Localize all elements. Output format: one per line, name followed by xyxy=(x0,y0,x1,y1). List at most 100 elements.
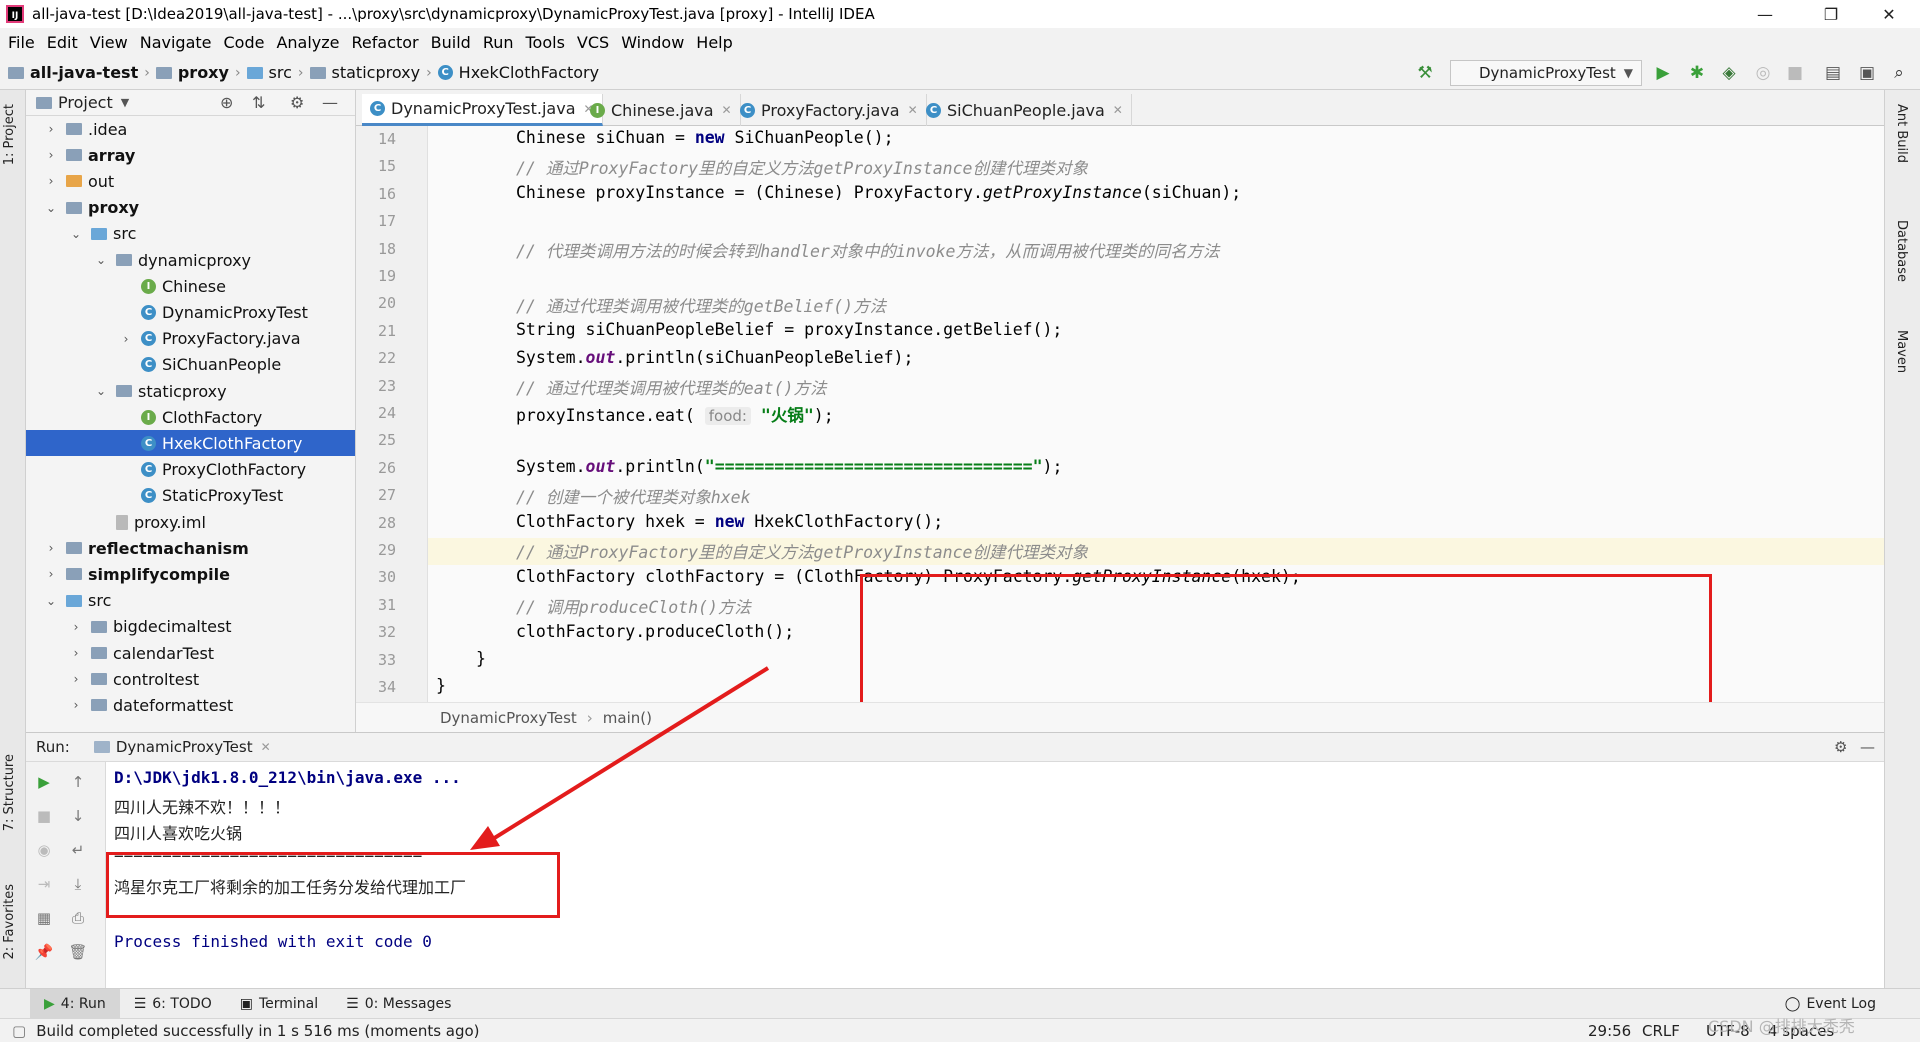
cursor-position[interactable]: 29:56 xyxy=(1588,1022,1631,1040)
chevron-icon[interactable]: ⌄ xyxy=(69,227,83,241)
project-structure-icon[interactable]: ▤ xyxy=(1822,62,1844,84)
camera-icon[interactable]: ◉ xyxy=(32,838,56,862)
hide-panel-icon[interactable]: — xyxy=(322,93,338,112)
tree-item[interactable]: › dateformattest xyxy=(26,692,355,718)
chevron-icon[interactable]: ⌄ xyxy=(44,201,58,215)
status-toggle-icon[interactable]: ▢ xyxy=(12,1022,26,1040)
menu-build[interactable]: Build xyxy=(431,33,471,52)
build-hammer-icon[interactable]: ⚒ xyxy=(1414,62,1436,84)
profile-icon[interactable]: ◎ xyxy=(1752,62,1774,84)
tab-sichuanpeople[interactable]: C SiChuanPeople.java ✕ xyxy=(918,94,1132,126)
tree-item[interactable]: › controltest xyxy=(26,666,355,692)
chevron-icon[interactable]: ⌄ xyxy=(94,253,108,267)
hide-panel-icon[interactable]: — xyxy=(1860,738,1875,756)
trash-icon[interactable]: 🗑 xyxy=(66,940,90,964)
tree-item[interactable]: C ProxyClothFactory xyxy=(26,457,355,483)
favorites-tool-button[interactable]: 2: Favorites xyxy=(2,884,17,960)
tool-tab-todo[interactable]: ☰ 6: TODO xyxy=(120,989,226,1019)
tree-item[interactable]: C StaticProxyTest xyxy=(26,483,355,509)
chevron-icon[interactable]: › xyxy=(119,332,133,346)
run-console[interactable]: D:\JDK\jdk1.8.0_212\bin\java.exe ... 四川人… xyxy=(106,762,1884,988)
tool-tab-terminal[interactable]: ▣ Terminal xyxy=(226,989,332,1019)
stop-icon[interactable]: ■ xyxy=(1784,62,1806,84)
coverage-icon[interactable]: ◈ xyxy=(1718,62,1740,84)
soft-wrap-icon[interactable]: ↵ xyxy=(66,838,90,862)
scroll-down-icon[interactable]: ↓ xyxy=(66,804,90,828)
tree-item[interactable]: C SiChuanPeople xyxy=(26,352,355,378)
stop-icon[interactable]: ■ xyxy=(32,804,56,828)
layout-icon[interactable]: ▣ xyxy=(1856,62,1878,84)
tree-item[interactable]: ⌄ staticproxy xyxy=(26,378,355,404)
tab-proxyfactory[interactable]: C ProxyFactory.java ✕ xyxy=(732,94,927,126)
close-icon[interactable]: ✕ xyxy=(908,103,918,117)
ant-build-tool-button[interactable]: Ant Build xyxy=(1894,104,1909,163)
tree-item[interactable]: › array xyxy=(26,142,355,168)
tree-item[interactable]: › out xyxy=(26,168,355,194)
scroll-to-end-icon[interactable]: ⤓ xyxy=(66,872,90,896)
menu-vcs[interactable]: VCS xyxy=(577,33,609,52)
close-icon[interactable]: ✕ xyxy=(1113,103,1123,117)
tool-tab-run[interactable]: ▶ 4: Run xyxy=(30,988,120,1019)
search-icon[interactable]: ⌕ xyxy=(1888,62,1910,84)
tree-item[interactable]: › reflectmachanism xyxy=(26,535,355,561)
chevron-icon[interactable]: › xyxy=(69,672,83,686)
scroll-up-icon[interactable]: ↑ xyxy=(66,770,90,794)
gear-icon[interactable]: ⚙ xyxy=(290,93,304,112)
run-tab[interactable]: DynamicProxyTest ✕ xyxy=(93,738,271,756)
breadcrumb-method[interactable]: main() xyxy=(603,709,652,727)
database-tool-button[interactable]: Database xyxy=(1894,220,1909,282)
gear-icon[interactable]: ⚙ xyxy=(1834,738,1847,756)
menu-edit[interactable]: Edit xyxy=(47,33,78,52)
menu-file[interactable]: File xyxy=(8,33,35,52)
breadcrumb-package[interactable]: staticproxy › xyxy=(309,63,438,82)
chevron-icon[interactable]: › xyxy=(44,148,58,162)
layout-icon[interactable]: ▦ xyxy=(32,906,56,930)
chevron-icon[interactable]: › xyxy=(44,122,58,136)
menu-refactor[interactable]: Refactor xyxy=(352,33,419,52)
tree-item[interactable]: C DynamicProxyTest xyxy=(26,299,355,325)
code-editor[interactable]: 14 15 16 17 18 19 20 21 22 23 24 25 26 27 28 29 30 31 32 33… xyxy=(356,126,1884,702)
tool-tab-messages[interactable]: ☰ 0: Messages xyxy=(332,989,465,1019)
tree-item[interactable]: I Chinese xyxy=(26,273,355,299)
structure-tool-button[interactable]: 7: Structure xyxy=(2,754,17,831)
line-separator[interactable]: CRLF xyxy=(1642,1022,1680,1040)
close-icon[interactable]: ✕ xyxy=(261,740,271,754)
tree-item[interactable]: ⌄ src xyxy=(26,221,355,247)
project-tool-button[interactable]: 1: Project xyxy=(2,104,17,165)
menu-help[interactable]: Help xyxy=(696,33,732,52)
menu-window[interactable]: Window xyxy=(621,33,684,52)
tree-item[interactable]: › bigdecimaltest xyxy=(26,614,355,640)
tree-item[interactable]: ⌄ proxy xyxy=(26,195,355,221)
exit-icon[interactable]: ⇥ xyxy=(32,872,56,896)
minimize-button[interactable]: — xyxy=(1742,0,1788,28)
chevron-icon[interactable]: ⌄ xyxy=(94,384,108,398)
breadcrumb-src[interactable]: src › xyxy=(246,63,310,82)
tree-item[interactable]: C HxekClothFactory xyxy=(26,430,355,457)
tab-chinese[interactable]: I Chinese.java ✕ xyxy=(582,94,741,126)
breadcrumb-module[interactable]: proxy › xyxy=(155,63,247,82)
menu-view[interactable]: View xyxy=(90,33,128,52)
menu-analyze[interactable]: Analyze xyxy=(276,33,339,52)
restore-button[interactable]: ❐ xyxy=(1808,0,1854,28)
tree-item[interactable]: ⌄ dynamicproxy xyxy=(26,247,355,273)
chevron-icon[interactable]: › xyxy=(44,567,58,581)
chevron-icon[interactable]: › xyxy=(69,620,83,634)
tree-item[interactable]: proxy.iml xyxy=(26,509,355,535)
tree-item[interactable]: › calendarTest xyxy=(26,640,355,666)
tree-item[interactable]: › simplifycompile xyxy=(26,561,355,587)
close-icon[interactable]: ✕ xyxy=(722,103,732,117)
tree-item[interactable]: ⌄ src xyxy=(26,588,355,614)
menu-code[interactable]: Code xyxy=(224,33,265,52)
chevron-icon[interactable]: › xyxy=(69,646,83,660)
breadcrumb-class[interactable]: C HxekClothFactory xyxy=(437,63,599,82)
chevron-icon[interactable]: ⌄ xyxy=(44,594,58,608)
tree-item[interactable]: I ClothFactory xyxy=(26,404,355,430)
tree-item[interactable]: › C ProxyFactory.java xyxy=(26,326,355,352)
breadcrumb-class[interactable]: DynamicProxyTest xyxy=(440,709,577,727)
close-button[interactable]: ✕ xyxy=(1866,0,1912,28)
breadcrumb-project[interactable]: all-java-test › xyxy=(8,63,156,82)
pin-icon[interactable]: 📌 xyxy=(32,940,56,964)
menu-run[interactable]: Run xyxy=(483,33,514,52)
chevron-icon[interactable]: › xyxy=(44,174,58,188)
run-icon[interactable]: ▶ xyxy=(1652,62,1674,84)
